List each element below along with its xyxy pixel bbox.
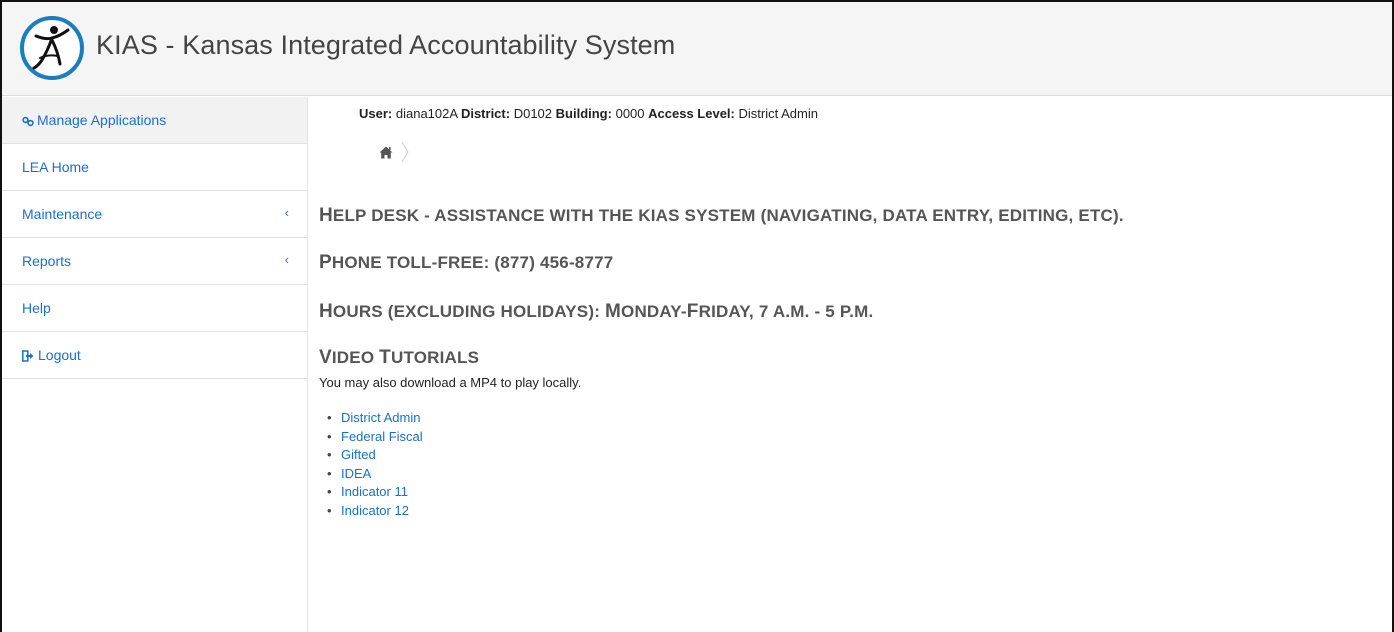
sidebar: Manage Applications LEA Home Maintenance…: [2, 97, 308, 632]
list-item: Gifted: [341, 446, 423, 465]
app-header: KIAS - Kansas Integrated Accountability …: [2, 2, 1392, 96]
main-content: User: diana102A District: D0102 Building…: [309, 97, 1392, 632]
sidebar-item-logout[interactable]: Logout: [2, 332, 307, 379]
tutorial-link-gifted[interactable]: Gifted: [341, 447, 376, 462]
phone-heading: Phone toll-free: (877) 456-8777: [319, 252, 614, 273]
user-value: diana102A: [395, 106, 458, 121]
sidebar-item-maintenance[interactable]: Maintenance ‹: [2, 191, 307, 238]
sidebar-item-label: Manage Applications: [37, 112, 167, 128]
user-label: User:: [359, 106, 393, 121]
download-note: You may also download a MP4 to play loca…: [319, 375, 582, 390]
logout-icon: [22, 349, 34, 362]
list-item: District Admin: [341, 409, 423, 428]
home-icon[interactable]: [379, 146, 393, 159]
sidebar-item-help[interactable]: Help: [2, 285, 307, 332]
list-item: Indicator 11: [341, 483, 423, 502]
tutorial-link-federal-fiscal[interactable]: Federal Fiscal: [341, 429, 423, 444]
sidebar-item-label: Reports: [22, 253, 72, 269]
list-item: Federal Fiscal: [341, 428, 423, 447]
chevron-left-icon: ‹: [284, 252, 289, 267]
user-info-bar: User: diana102A District: D0102 Building…: [359, 106, 818, 121]
helpdesk-heading: Help Desk - assistance with the KIAS sys…: [319, 205, 1124, 226]
list-item: IDEA: [341, 465, 423, 484]
building-value: 0000: [615, 106, 645, 121]
sidebar-item-label: Help: [22, 300, 51, 316]
tutorial-link-indicator-11[interactable]: Indicator 11: [341, 484, 408, 499]
link-icon: [22, 116, 34, 126]
tutorial-list: District Admin Federal Fiscal Gifted IDE…: [341, 409, 423, 520]
list-item: Indicator 12: [341, 502, 423, 521]
access-level-label: Access Level:: [648, 106, 735, 121]
breadcrumb-separator-icon: [401, 141, 409, 163]
tutorial-link-idea[interactable]: IDEA: [341, 466, 371, 481]
building-label: Building:: [555, 106, 612, 121]
app-window: KIAS - Kansas Integrated Accountability …: [0, 0, 1394, 632]
sidebar-item-label: LEA Home: [22, 159, 89, 175]
app-title: KIAS - Kansas Integrated Accountability …: [96, 30, 676, 60]
tutorial-link-indicator-12[interactable]: Indicator 12: [341, 503, 409, 518]
district-label: District:: [460, 106, 511, 121]
sidebar-item-reports[interactable]: Reports ‹: [2, 238, 307, 285]
sidebar-item-lea-home[interactable]: LEA Home: [2, 144, 307, 191]
sidebar-item-label: Maintenance: [22, 206, 103, 222]
video-tutorials-heading: Video Tutorials: [319, 347, 480, 368]
district-value: D0102: [513, 106, 553, 121]
hours-heading: Hours (excluding holidays): Monday-Frida…: [319, 301, 874, 322]
tutorial-link-district-admin[interactable]: District Admin: [341, 410, 420, 425]
kias-logo-icon: [20, 16, 84, 80]
breadcrumb: [379, 141, 409, 163]
sidebar-item-manage-applications[interactable]: Manage Applications: [2, 97, 307, 144]
sidebar-item-label: Logout: [38, 347, 81, 363]
chevron-left-icon: ‹: [284, 205, 289, 220]
access-level-value: District Admin: [738, 106, 818, 121]
